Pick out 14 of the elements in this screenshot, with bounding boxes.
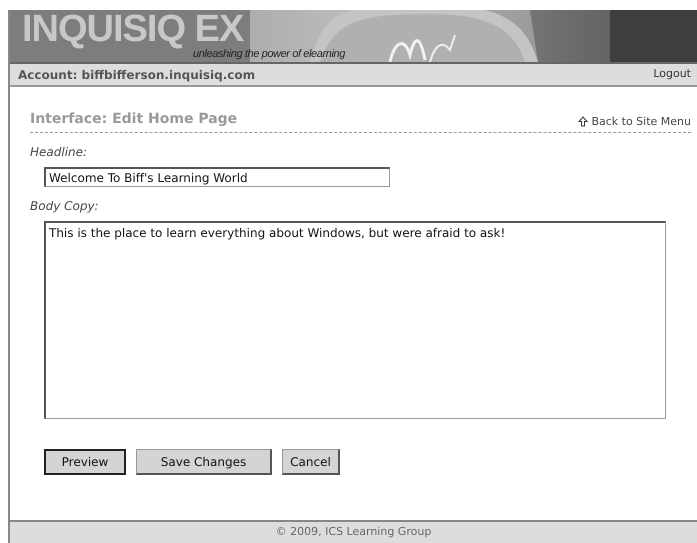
- headline-label: Headline:: [30, 144, 88, 161]
- page-title: Interface: Edit Home Page: [30, 110, 238, 129]
- logout-link[interactable]: Logout: [653, 66, 691, 83]
- form-button[interactable]: Cancel: [282, 449, 340, 475]
- body-copy-field[interactable]: This is the place to learn everything about Windows, but were afraid to ask!: [44, 221, 666, 419]
- form-button[interactable]: Save Changes: [136, 449, 272, 475]
- tagline: unleashing the power of elearning: [193, 47, 345, 62]
- headline-field[interactable]: Welcome To Biff's Learning World: [44, 167, 390, 187]
- account-label: Account: biffbifferson.inquisiq.com: [18, 66, 256, 84]
- form-button[interactable]: Preview: [44, 449, 126, 475]
- body-copy-label: Body Copy:: [30, 198, 100, 215]
- up-arrow-icon: [578, 116, 588, 128]
- back-link[interactable]: Back to Site Menu: [578, 114, 691, 130]
- copyright-text: © 2009, ICS Learning Group: [276, 524, 432, 540]
